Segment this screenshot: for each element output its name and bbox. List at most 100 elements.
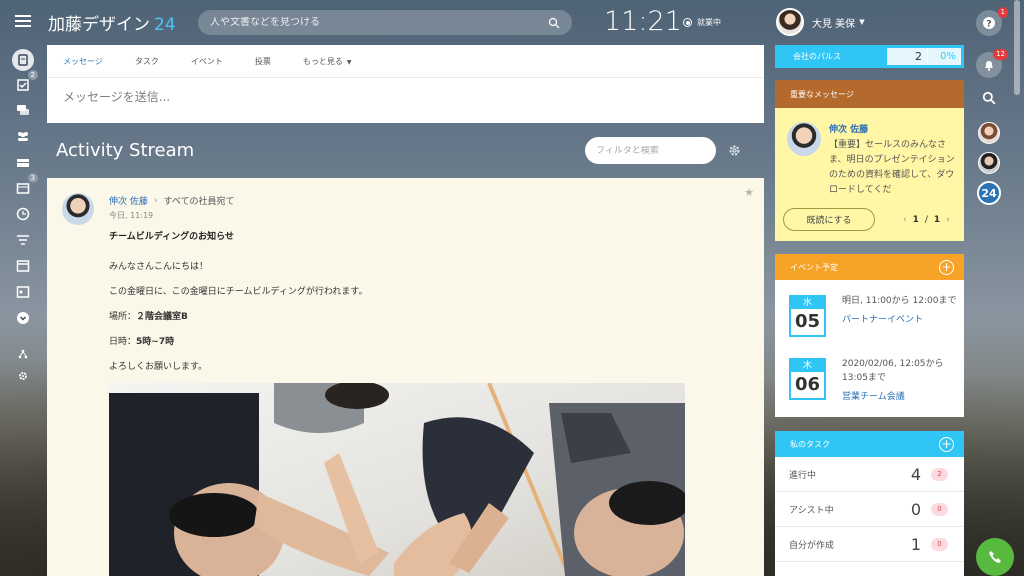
sitemap-icon[interactable] <box>10 343 36 365</box>
tasks-icon[interactable]: 2 <box>10 70 38 96</box>
tab-more-label: もっと見る <box>302 56 343 66</box>
contact-photo <box>978 152 1000 174</box>
author-name[interactable]: 伸次 佐藤 <box>109 194 148 207</box>
events-title: イベント予定 <box>790 262 838 272</box>
notification-badge: 12 <box>993 49 1008 60</box>
groups-icon[interactable] <box>10 125 36 147</box>
clock[interactable]: 11:21 <box>604 6 682 37</box>
chevron-left-icon[interactable]: ‹ <box>903 215 907 225</box>
search-icon[interactable] <box>548 17 560 29</box>
calendar-icon[interactable]: 3 <box>10 173 38 199</box>
logo-number: 24 <box>154 15 176 35</box>
author-avatar[interactable] <box>62 193 94 225</box>
important-header: 重要なメッセージ <box>775 80 964 108</box>
add-event-icon[interactable]: + <box>939 259 954 275</box>
important-text[interactable]: 【重要】セールスのみんなさま、明日のプレゼンテイションのための資料を確認して、ダ… <box>829 138 957 200</box>
time-label: 日時： <box>109 337 137 347</box>
logo-text: 加藤デザイン <box>48 15 150 35</box>
tab-task[interactable]: タスク <box>135 56 159 67</box>
pulse-label: 会社のパルス <box>793 52 841 61</box>
chat-icon[interactable] <box>10 99 36 121</box>
event-item: 明日, 11:00から 12:00まで パートナーイベント <box>842 294 957 327</box>
work-status[interactable]: 就業中 <box>683 17 721 28</box>
tab-more[interactable]: もっと見る ▼ <box>303 56 352 67</box>
post-recipients[interactable]: すべての社員宛て <box>163 194 234 207</box>
time-value: 5時~7時 <box>136 337 175 347</box>
filter-icon[interactable] <box>10 229 36 251</box>
task-row-in-progress[interactable]: 進行中 4 2 <box>775 457 964 492</box>
event-when: 明日, 11:00から 12:00まで <box>842 296 957 306</box>
post-header: 伸次 佐藤 › すべての社員宛て <box>109 194 235 208</box>
user-menu[interactable]: 大見 美保 ▼ <box>776 8 865 36</box>
stream-filter[interactable] <box>585 137 716 164</box>
help-badge: 1 <box>997 7 1008 18</box>
task-row-badge: 0 <box>931 537 948 551</box>
contact-avatar[interactable] <box>976 120 1002 146</box>
scrollbar[interactable] <box>1014 0 1020 95</box>
mark-read-button[interactable]: 既読にする <box>783 208 875 231</box>
event-day: 06 <box>794 374 821 395</box>
pager-total: 1 <box>933 215 941 225</box>
important-pager: ‹ 1 / 1 › <box>903 215 950 225</box>
feed-icon[interactable] <box>12 49 34 71</box>
important-message-widget: 重要なメッセージ 伸次 佐藤 【重要】セールスのみんなさま、明日のプレゼンテイシ… <box>775 80 964 241</box>
post-image-team-hands[interactable] <box>109 383 685 576</box>
post-line: 場所：２階会議室B <box>109 310 367 324</box>
author-avatar[interactable] <box>787 122 821 156</box>
calendar-badge: 3 <box>27 173 38 183</box>
task-row-assisting[interactable]: アシスト中 0 0 <box>775 492 964 527</box>
post-line: よろしくお願いします。 <box>109 362 208 372</box>
tab-event[interactable]: イベント <box>191 56 223 67</box>
b24-chat-button[interactable]: 24 <box>976 180 1002 206</box>
chevron-right-icon[interactable]: › <box>946 215 950 225</box>
event-date[interactable]: 木 06 <box>789 358 826 400</box>
task-row-count: 1 <box>910 534 921 554</box>
event-title-link[interactable]: パートナーイベント <box>842 313 957 327</box>
global-search[interactable] <box>198 10 572 35</box>
post-title: チームビルディングのお知らせ <box>109 232 234 242</box>
post-body: みんなさんこんにちは！ この金曜日に、この金曜日にチームビルディングが行われます… <box>109 260 367 385</box>
filter-input[interactable] <box>596 145 716 156</box>
company-logo[interactable]: 加藤デザイン 24 <box>48 10 176 35</box>
task-row-count: 0 <box>910 499 921 519</box>
event-title-link[interactable]: 営業チーム会議 <box>842 390 957 404</box>
contact-center-icon[interactable] <box>10 281 36 303</box>
chevron-down-icon: ▼ <box>346 58 352 66</box>
tab-message[interactable]: メッセージ <box>63 56 103 67</box>
pager-current: 1 <box>912 215 919 225</box>
add-task-icon[interactable]: + <box>939 436 954 452</box>
drive-icon[interactable] <box>10 151 36 173</box>
event-date[interactable]: 水 05 <box>789 295 826 337</box>
gear-icon[interactable] <box>727 143 742 158</box>
task-row-badge: 0 <box>931 502 948 516</box>
post-time[interactable]: 今日, 11:19 <box>109 210 153 221</box>
tasks-header: 私のタスク + <box>775 431 964 457</box>
place-label: 場所： <box>109 312 137 322</box>
feed-post: 伸次 佐藤 › すべての社員宛て 今日, 11:19 ★ チームビルディングのお… <box>47 178 764 576</box>
post-composer: メッセージ タスク イベント 投票 もっと見る ▼ <box>47 45 764 123</box>
phone-icon[interactable] <box>976 538 1014 576</box>
post-line: みんなさんこんにちは！ <box>109 262 209 272</box>
task-row-count: 4 <box>910 464 921 484</box>
pulse-value: 2 <box>887 48 927 65</box>
more-icon[interactable] <box>10 307 36 329</box>
sites-icon[interactable] <box>10 255 36 277</box>
post-line: 日時：5時~7時 <box>109 335 367 349</box>
user-avatar[interactable] <box>776 8 804 36</box>
bell-icon[interactable]: 12 <box>976 49 1008 78</box>
place-value: ２階会議室B <box>136 312 188 322</box>
help-icon[interactable]: ? 1 <box>976 7 1008 36</box>
contact-avatar[interactable] <box>976 150 1002 176</box>
time-icon[interactable] <box>10 203 36 225</box>
message-input[interactable] <box>47 90 764 104</box>
star-icon[interactable]: ★ <box>744 186 754 199</box>
search-input[interactable] <box>210 17 548 28</box>
company-pulse[interactable]: 会社のパルス 2 0% <box>775 45 964 68</box>
settings-icon[interactable] <box>10 365 36 387</box>
task-row-badge: 2 <box>931 467 948 481</box>
tab-poll[interactable]: 投票 <box>255 56 271 67</box>
task-row-created[interactable]: 自分が作成 1 0 <box>775 527 964 562</box>
search-icon[interactable] <box>976 85 1002 111</box>
my-tasks-widget: 私のタスク + 進行中 4 2 アシスト中 0 0 自分が作成 1 0 <box>775 431 964 576</box>
important-author[interactable]: 伸次 佐藤 <box>829 122 868 135</box>
